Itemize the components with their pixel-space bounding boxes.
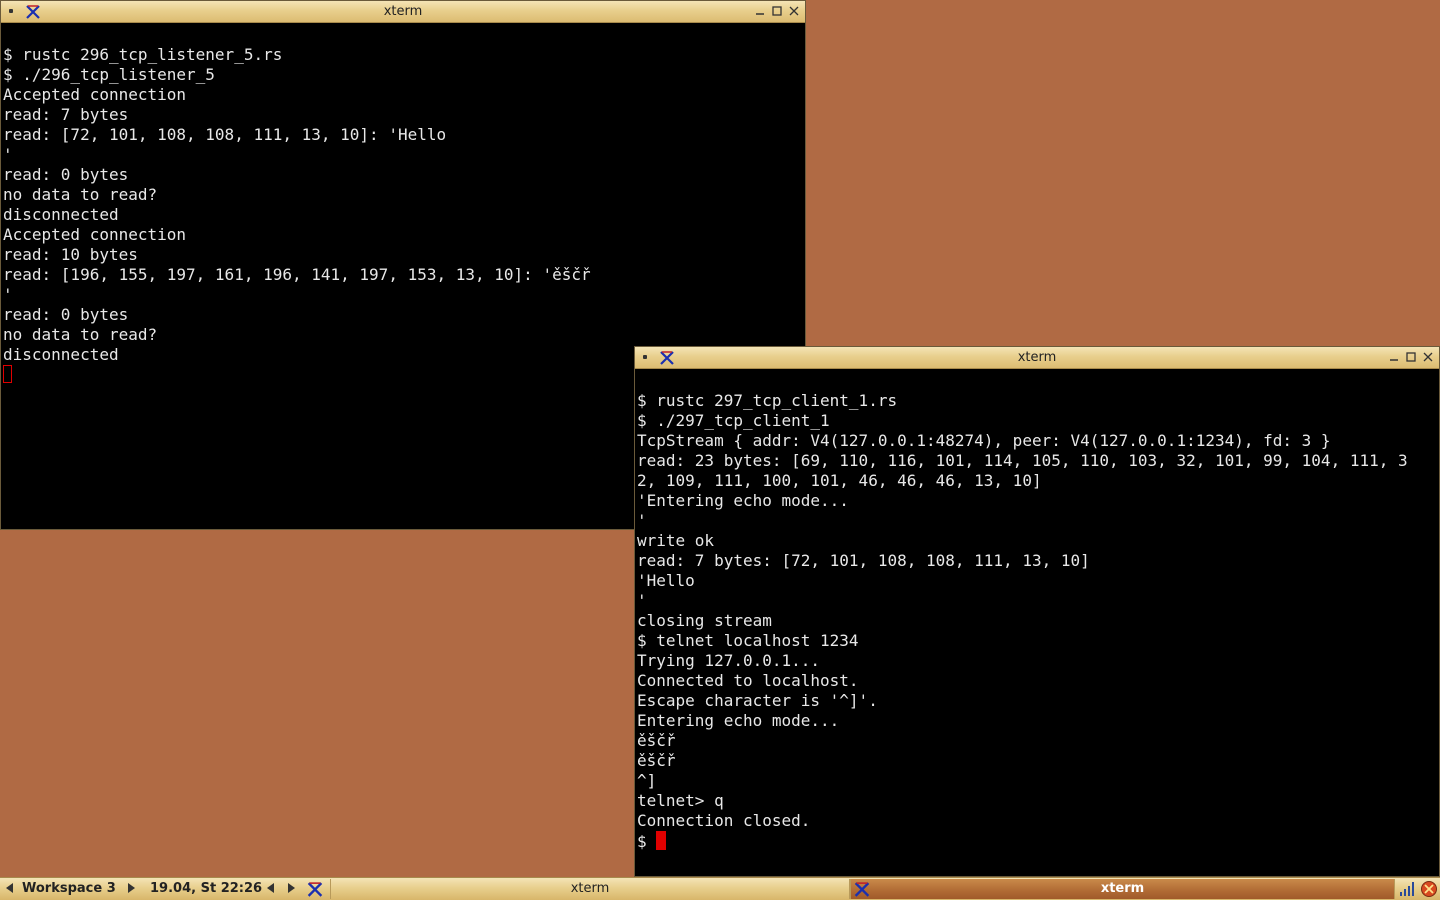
- terminal-line: read: 10 bytes: [3, 245, 138, 264]
- terminal-line: ěščř: [637, 731, 676, 750]
- terminal-line: Entering echo mode...: [637, 711, 840, 730]
- terminal-line: no data to read?: [3, 185, 158, 204]
- terminal-line: read: 7 bytes: [72, 101, 108, 108, 111, …: [637, 551, 1090, 570]
- terminal-line: $ telnet localhost 1234: [637, 631, 859, 650]
- task-label: xterm: [1100, 881, 1145, 896]
- terminal-line: Escape character is '^]'.: [637, 691, 878, 710]
- terminal-cursor: [656, 831, 667, 850]
- next-workspace-icon[interactable]: [128, 883, 135, 893]
- terminal-line: Accepted connection: [3, 225, 187, 244]
- xterm-task-icon[interactable]: [306, 881, 324, 898]
- terminal-output[interactable]: $ rustc 297_tcp_client_1.rs $ ./297_tcp_c…: [637, 371, 1437, 876]
- next-task-icon[interactable]: [288, 883, 295, 893]
- terminal-line: 'Entering echo mode...: [637, 491, 849, 510]
- shell-prompt: $: [637, 832, 657, 851]
- terminal-line: read: [196, 155, 197, 161, 196, 141, 197…: [3, 265, 591, 284]
- task-label: xterm: [570, 881, 610, 896]
- maximize-icon[interactable]: [1404, 350, 1418, 364]
- terminal-line: no data to read?: [3, 325, 158, 344]
- terminal-cursor: [3, 365, 12, 383]
- terminal-line: Trying 127.0.0.1...: [637, 651, 821, 670]
- clock[interactable]: 19.04, St 22:26: [150, 881, 262, 897]
- minimize-icon[interactable]: [753, 4, 767, 18]
- close-icon[interactable]: [787, 4, 801, 18]
- terminal-line: ': [637, 591, 647, 610]
- terminal-line: $ rustc 296_tcp_listener_5.rs: [3, 45, 283, 64]
- terminal-line: ': [3, 285, 13, 304]
- terminal-line: $ ./297_tcp_client_1: [637, 411, 830, 430]
- minimize-icon[interactable]: [1387, 350, 1401, 364]
- terminal-line: 'Hello: [637, 571, 695, 590]
- terminal-line: ěščř: [637, 751, 676, 770]
- terminal-line: write ok: [637, 531, 715, 550]
- maximize-icon[interactable]: [770, 4, 784, 18]
- window-title: xterm: [1017, 350, 1057, 365]
- terminal-line: ': [637, 511, 647, 530]
- terminal-line: 2, 109, 111, 100, 101, 46, 46, 46, 13, 1…: [637, 471, 1042, 490]
- taskbar-task-xterm-1[interactable]: xterm: [330, 879, 850, 899]
- xterm-task-icon: [854, 882, 870, 897]
- window-title: xterm: [383, 4, 423, 19]
- workspace-label[interactable]: Workspace 3: [22, 881, 116, 897]
- window-titlebar[interactable]: xterm: [635, 347, 1439, 369]
- terminal-line: closing stream: [637, 611, 772, 630]
- terminal-line: read: 7 bytes: [3, 105, 129, 124]
- network-signal-icon[interactable]: [1398, 880, 1416, 898]
- prev-workspace-icon[interactable]: [6, 883, 13, 893]
- terminal-line: disconnected: [3, 205, 119, 224]
- terminal-line: TcpStream { addr: V4(127.0.0.1:48274), p…: [637, 431, 1331, 450]
- terminal-line: read: 0 bytes: [3, 165, 129, 184]
- terminal-line: $ ./296_tcp_listener_5: [3, 65, 215, 84]
- terminal-line: Accepted connection: [3, 85, 187, 104]
- terminal-line: telnet> q: [637, 791, 724, 810]
- terminal-line: read: [72, 101, 108, 108, 111, 13, 10]: …: [3, 125, 447, 144]
- terminal-line: Connected to localhost.: [637, 671, 859, 690]
- taskbar-task-xterm-2[interactable]: xterm: [850, 879, 1395, 899]
- close-icon[interactable]: [1421, 350, 1435, 364]
- window-titlebar[interactable]: xterm: [1, 1, 805, 23]
- power-icon[interactable]: [1420, 880, 1438, 898]
- terminal-line: read: 23 bytes: [69, 110, 116, 101, 114,…: [637, 451, 1408, 470]
- taskbar: Workspace 3 19.04, St 22:26 xterm xterm: [0, 877, 1440, 900]
- terminal-line: $ rustc 297_tcp_client_1.rs: [637, 391, 898, 410]
- terminal-line: read: 0 bytes: [3, 305, 129, 324]
- terminal-line: ': [3, 145, 13, 164]
- terminal-line: Connection closed.: [637, 811, 811, 830]
- prev-task-icon[interactable]: [267, 883, 274, 893]
- xterm-window-client[interactable]: xterm $ rustc 297_tcp_client_1.rs $ ./297…: [634, 346, 1440, 877]
- terminal-line: ^]: [637, 771, 657, 790]
- desktop: xterm $ rustc 296_tcp_listener_5.rs $ ./2…: [0, 0, 1440, 900]
